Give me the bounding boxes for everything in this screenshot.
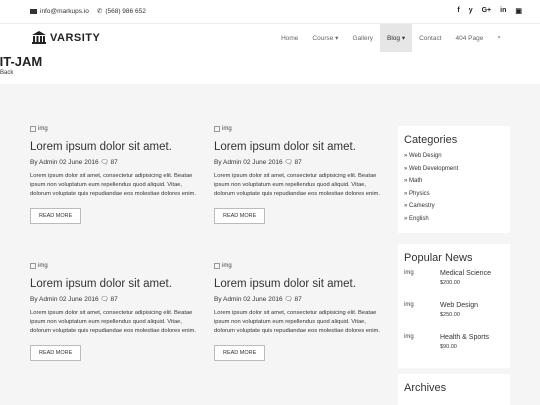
envelope-icon [30,8,37,14]
post-meta: By Admin 02 June 2016 🗨 87 [214,296,302,303]
popular-image: img [404,270,414,276]
university-icon [32,31,46,44]
post-meta: By Admin 02 June 2016 🗨 87 [214,159,302,166]
post-title[interactable]: Lorem ipsum dolor sit amet. [30,278,200,290]
popular-name[interactable]: Web Design [440,302,478,309]
nav-item-contact[interactable]: Contact [412,24,448,52]
image-alt: img [222,126,232,132]
post-title[interactable]: Lorem ipsum dolor sit amet. [30,141,200,153]
blog-post: img Lorem ipsum dolor sit amet. By Admin… [214,126,384,224]
broken-image-icon [30,263,36,269]
read-more-button[interactable]: READ MORE [30,345,82,361]
widget-title: Popular News [404,252,473,264]
nav-item-home[interactable]: Home [274,24,305,52]
post-excerpt: Lorem ipsum dolor sit amet, consectetur … [214,310,380,334]
archives-widget: Archives [398,374,510,405]
post-excerpt: Lorem ipsum dolor sit amet, consectetur … [214,173,380,197]
phone-icon: ✆ [96,8,103,15]
popular-news-widget: Popular News img Medical Science $200.00 … [398,244,510,368]
popular-name[interactable]: Health & Sports [440,334,489,341]
post-meta: By Admin 02 June 2016 🗨 87 [30,296,118,303]
blog-post: img Lorem ipsum dolor sit amet. By Admin… [30,263,200,361]
widget-title: Categories [404,134,458,146]
image-alt: img [38,263,48,269]
category-link[interactable]: » Web Design [404,150,504,163]
categories-widget: Categories » Web Design » Web Developmen… [398,126,510,233]
read-more-button[interactable]: READ MORE [214,345,266,361]
phone-text: (568) 986 652 [105,7,146,15]
post-title[interactable]: Lorem ipsum dolor sit amet. [214,278,384,290]
popular-item[interactable]: img Web Design $250.00 [404,302,504,328]
contact-info: info@markups.io ✆ (568) 986 652 [30,7,146,15]
popular-item[interactable]: img Health & Sports $90.00 [404,334,504,360]
read-more-button[interactable]: READ MORE [214,208,266,224]
brand-name: VARSITY [50,31,101,44]
post-excerpt: Lorem ipsum dolor sit amet, consectetur … [30,310,196,334]
blog-content: img Lorem ipsum dolor sit amet. By Admin… [0,84,540,405]
category-link[interactable]: » Web Development [404,163,504,176]
main-navbar: VARSITY Home Course ▾ Gallery Blog ▾ Con… [0,24,540,52]
post-image: img [214,126,384,132]
post-image: img [30,126,200,132]
breadcrumb-back[interactable]: Back [0,70,13,76]
email-text: info@markups.io [40,7,89,15]
post-image: img [30,263,200,269]
category-link[interactable]: » English [404,213,504,226]
linkedin-icon[interactable]: in [500,7,506,15]
image-alt: img [38,126,48,132]
category-link[interactable]: » Camestry [404,200,504,213]
nav-item-gallery[interactable]: Gallery [345,24,380,52]
facebook-icon[interactable]: f [457,7,459,15]
top-bar: info@markups.io ✆ (568) 986 652 f y G+ in… [0,0,540,24]
page-header: IIT-JAM Back [0,52,540,84]
popular-price: $200.00 [440,280,460,286]
page-title: IIT-JAM [0,54,43,69]
nav-menu: Home Course ▾ Gallery Blog ▾ Contact 404… [274,24,508,52]
post-image: img [214,263,384,269]
twitter-icon[interactable]: y [469,7,473,15]
read-more-button[interactable]: READ MORE [30,208,82,224]
popular-image: img [404,334,414,340]
social-links: f y G+ in ▣ [457,7,522,15]
category-link[interactable]: » Physics [404,188,504,201]
broken-image-icon [30,126,36,132]
popular-item[interactable]: img Medical Science $200.00 [404,270,504,296]
image-alt: img [222,263,232,269]
brand-logo[interactable]: VARSITY [32,31,100,44]
search-icon[interactable]: ⌕ [490,24,508,52]
blog-post: img Lorem ipsum dolor sit amet. By Admin… [30,126,200,224]
nav-item-course[interactable]: Course ▾ [305,24,345,52]
nav-item-blog[interactable]: Blog ▾ [380,24,413,52]
popular-price: $90.00 [440,344,457,350]
nav-item-404[interactable]: 404 Page [449,24,491,52]
blog-post: img Lorem ipsum dolor sit amet. By Admin… [214,263,384,361]
popular-name[interactable]: Medical Science [440,270,491,277]
youtube-icon[interactable]: ▣ [515,7,522,15]
post-excerpt: Lorem ipsum dolor sit amet, consectetur … [30,173,196,197]
popular-image: img [404,302,414,308]
broken-image-icon [214,126,220,132]
widget-title: Archives [404,382,447,394]
email-contact[interactable]: info@markups.io [30,7,89,15]
category-link[interactable]: » Math [404,175,504,188]
broken-image-icon [214,263,220,269]
post-meta: By Admin 02 June 2016 🗨 87 [30,159,118,166]
google-plus-icon[interactable]: G+ [482,7,492,15]
post-title[interactable]: Lorem ipsum dolor sit amet. [214,141,384,153]
popular-price: $250.00 [440,312,460,318]
phone-contact[interactable]: ✆ (568) 986 652 [96,7,146,16]
